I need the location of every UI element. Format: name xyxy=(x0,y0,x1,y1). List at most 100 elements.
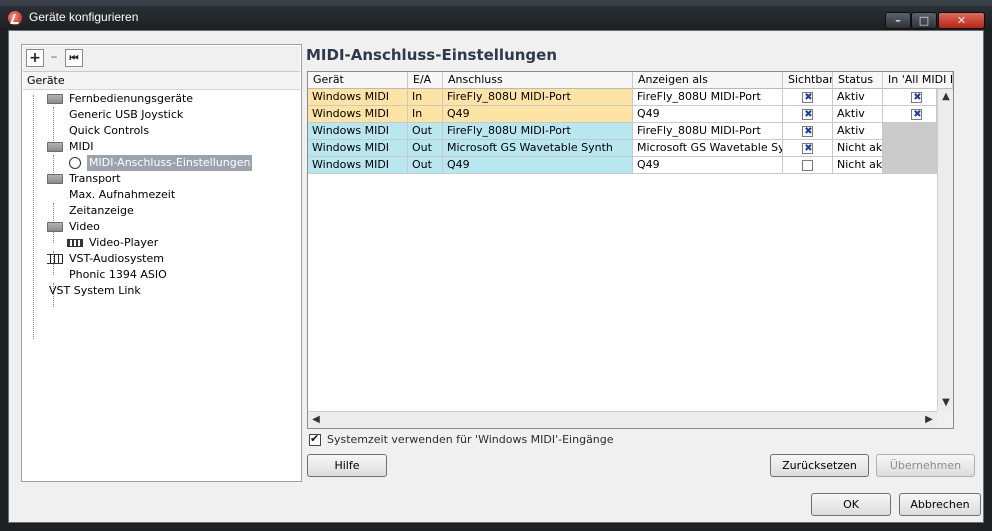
vertical-scrollbar[interactable]: ▲ ▼ xyxy=(937,89,953,411)
table-row[interactable]: Windows MIDI In Q49 Q49 Aktiv xyxy=(308,106,953,123)
scroll-left-arrow-icon[interactable]: ◀ xyxy=(308,412,324,428)
tree-item-label: VST System Link xyxy=(49,284,141,297)
column-header-anzeigen-als[interactable]: Anzeigen als xyxy=(633,72,783,89)
scroll-down-arrow-icon[interactable]: ▼ xyxy=(938,395,953,411)
reset-button[interactable]: Zurücksetzen xyxy=(770,454,869,477)
add-device-button[interactable]: + xyxy=(26,49,44,67)
tree-item-label: Video-Player xyxy=(89,236,159,249)
cell-status: Nicht aktiv xyxy=(833,157,883,174)
cell-anzeigen-als[interactable]: FireFly_808U MIDI-Port xyxy=(633,123,783,140)
cell-status: Aktiv xyxy=(833,123,883,140)
all-midi-inputs-checkbox[interactable] xyxy=(911,107,923,122)
cell-sichtbar xyxy=(783,123,833,140)
column-header-sichtbar[interactable]: Sichtbar xyxy=(783,72,833,89)
folder-icon xyxy=(47,94,63,104)
cell-sichtbar xyxy=(783,140,833,157)
tree-item-label: Zeitanzeige xyxy=(69,204,134,217)
table-row[interactable]: Windows MIDI In FireFly_808U MIDI-Port F… xyxy=(308,89,953,106)
tree-column-header: Geräte xyxy=(23,72,300,90)
folder-icon xyxy=(47,174,63,184)
visible-checkbox[interactable] xyxy=(802,160,813,171)
folder-icon xyxy=(47,222,63,232)
cell-anschluss: FireFly_808U MIDI-Port xyxy=(443,89,633,106)
tree-item-label: Phonic 1394 ASIO xyxy=(69,268,167,281)
title-bar[interactable]: Geräte konfigurieren – □ ✕ xyxy=(0,6,992,30)
column-header-geraet[interactable]: Gerät xyxy=(308,72,408,89)
cell-anschluss: Q49 xyxy=(443,157,633,174)
device-tree: Fernbedienungsgeräte Generic USB Joystic… xyxy=(23,91,300,481)
tree-item-label: Fernbedienungsgeräte xyxy=(69,92,194,105)
tree-toolbar: + – ⏮ xyxy=(23,46,300,72)
remove-device-button[interactable]: – xyxy=(45,49,63,67)
table-row[interactable]: Windows MIDI Out FireFly_808U MIDI-Port … xyxy=(308,123,953,140)
minimize-button[interactable]: – xyxy=(885,12,911,29)
cell-anschluss: FireFly_808U MIDI-Port xyxy=(443,123,633,140)
cell-status: Aktiv xyxy=(833,106,883,123)
tree-item-label: Generic USB Joystick xyxy=(69,108,184,121)
device-tree-panel: + – ⏮ Geräte Fernbedienungsgeräte Generi… xyxy=(21,44,302,482)
table-row[interactable]: Windows MIDI Out Microsoft GS Wavetable … xyxy=(308,140,953,157)
cell-anschluss: Q49 xyxy=(443,106,633,123)
cell-all-midi-inputs-disabled xyxy=(883,123,937,140)
tree-item-label: Quick Controls xyxy=(69,124,150,137)
cell-all-midi-inputs-disabled xyxy=(883,140,937,157)
cell-ea: Out xyxy=(408,140,443,157)
cell-ea: Out xyxy=(408,123,443,140)
midi-port-icon xyxy=(69,157,81,169)
all-midi-inputs-checkbox[interactable] xyxy=(911,90,923,105)
horizontal-scrollbar[interactable]: ◀ ▶ xyxy=(308,411,937,428)
column-header-status[interactable]: Status xyxy=(833,72,883,89)
cell-geraet: Windows MIDI xyxy=(308,157,408,174)
cell-sichtbar xyxy=(783,106,833,123)
page-title: MIDI-Anschluss-Einstellungen xyxy=(306,46,558,64)
system-time-label: Systemzeit verwenden für 'Windows MIDI'-… xyxy=(327,433,614,446)
visible-checkbox[interactable] xyxy=(802,107,814,122)
scroll-right-arrow-icon[interactable]: ▶ xyxy=(921,412,937,428)
visible-checkbox[interactable] xyxy=(802,124,814,139)
table-row[interactable]: Windows MIDI Out Q49 Q49 Nicht aktiv xyxy=(308,157,953,174)
column-header-ea[interactable]: E/A xyxy=(408,72,443,89)
cell-all-midi-inputs xyxy=(883,106,937,123)
cubase-app-icon xyxy=(8,11,22,25)
ok-button[interactable]: OK xyxy=(811,493,891,516)
cell-anzeigen-als[interactable]: Q49 xyxy=(633,106,783,123)
column-header-all-midi-inputs[interactable]: In 'All MIDI Inputs' xyxy=(883,72,953,89)
tree-item-label: VST-Audiosystem xyxy=(69,252,164,265)
maximize-button[interactable]: □ xyxy=(911,12,937,29)
scroll-up-arrow-icon[interactable]: ▲ xyxy=(938,89,953,105)
cell-ea: In xyxy=(408,106,443,123)
cell-ea: In xyxy=(408,89,443,106)
visible-checkbox[interactable] xyxy=(802,90,814,105)
cell-anschluss: Microsoft GS Wavetable Synth xyxy=(443,140,633,157)
tree-item-label: MIDI-Anschluss-Einstellungen xyxy=(87,155,253,171)
column-header-anschluss[interactable]: Anschluss xyxy=(443,72,633,89)
cell-all-midi-inputs xyxy=(883,89,937,106)
cell-geraet: Windows MIDI xyxy=(308,140,408,157)
visible-checkbox[interactable] xyxy=(802,141,814,156)
cell-anzeigen-als[interactable]: FireFly_808U MIDI-Port xyxy=(633,89,783,106)
cell-sichtbar xyxy=(783,157,833,174)
table-header: Gerät E/A Anschluss Anzeigen als Sichtba… xyxy=(308,72,953,89)
folder-icon xyxy=(47,142,63,152)
system-time-checkbox[interactable] xyxy=(309,432,321,446)
tree-item-label: Max. Aufnahmezeit xyxy=(69,188,176,201)
cell-status: Aktiv xyxy=(833,89,883,106)
cell-ea: Out xyxy=(408,157,443,174)
apply-button[interactable]: Übernehmen xyxy=(876,454,975,477)
scrollbar-corner xyxy=(937,411,953,428)
cell-all-midi-inputs-disabled xyxy=(883,157,937,174)
help-button[interactable]: Hilfe xyxy=(307,454,387,477)
cell-anzeigen-als[interactable]: Microsoft GS Wavetable Synth xyxy=(633,140,783,157)
window-title: Geräte konfigurieren xyxy=(29,10,139,24)
cell-anzeigen-als[interactable]: Q49 xyxy=(633,157,783,174)
cancel-button[interactable]: Abbrechen xyxy=(899,493,981,516)
cell-geraet: Windows MIDI xyxy=(308,123,408,140)
tree-connector xyxy=(33,95,34,339)
cell-sichtbar xyxy=(783,89,833,106)
reset-device-button[interactable]: ⏮ xyxy=(65,49,83,67)
tree-item-label: MIDI xyxy=(69,140,94,153)
close-button[interactable]: ✕ xyxy=(938,12,985,29)
cell-geraet: Windows MIDI xyxy=(308,106,408,123)
tree-item-label: Video xyxy=(69,220,100,233)
vst-audio-icon xyxy=(47,254,63,264)
